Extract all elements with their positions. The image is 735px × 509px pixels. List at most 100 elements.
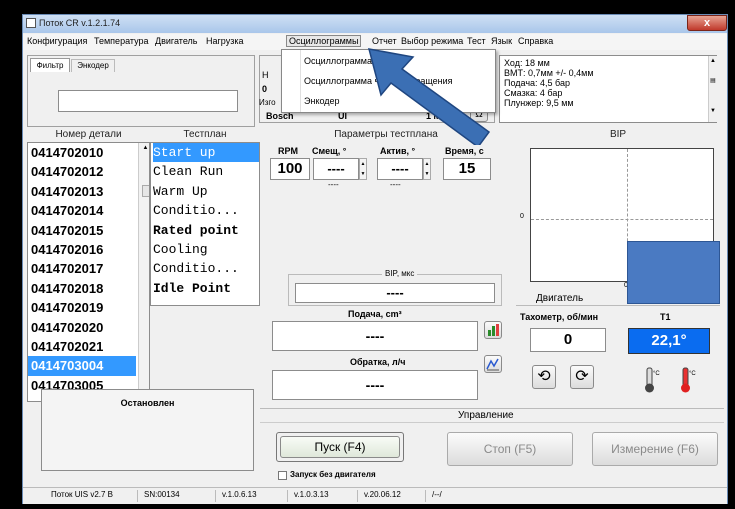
list-item[interactable]: 0414702017: [28, 259, 149, 278]
testplan-list[interactable]: Start up Clean Run Warm Up Conditio... R…: [150, 142, 260, 306]
dropdown-gutter: [300, 50, 301, 112]
tab-filter[interactable]: Фильтр: [30, 58, 70, 72]
bip-header: BIP: [609, 129, 627, 140]
list-item[interactable]: 0414702010: [28, 143, 149, 162]
menu-temperature[interactable]: Температура: [94, 36, 149, 46]
curve-chart-icon: [486, 358, 499, 371]
supply-chart-button[interactable]: [484, 321, 502, 339]
time-label: Время, с: [445, 146, 484, 156]
shift-sub-value: ----: [328, 180, 339, 189]
list-item[interactable]: 0414702015: [28, 221, 149, 240]
control-divider: [260, 422, 724, 423]
bip-value: ----: [295, 283, 495, 303]
bip-chart-hline: [531, 219, 713, 220]
shift-input[interactable]: ----: [313, 158, 359, 180]
testplan-item[interactable]: Clean Run: [153, 162, 259, 181]
statusbar-extra: /--/: [425, 490, 442, 502]
menu-help[interactable]: Справка: [518, 36, 553, 46]
parts-list[interactable]: 0414702010 0414702012 0414702013 0414702…: [27, 142, 150, 402]
testplan-item[interactable]: Idle Point: [153, 279, 259, 298]
app-icon: [26, 18, 36, 28]
param-value-zero: 0: [262, 84, 268, 94]
measure-button[interactable]: Измерение (F6): [592, 432, 718, 466]
shift-label: Смещ, °: [312, 146, 347, 156]
active-sub-value: ----: [390, 180, 401, 189]
annotation-arrow: [367, 48, 491, 145]
testplan-item[interactable]: Rated point: [153, 221, 259, 240]
active-input[interactable]: ----: [377, 158, 423, 180]
injector-info-text: Ход: 18 мм ВМТ: 0,7мм +/- 0,4мм Подача: …: [499, 55, 717, 123]
scroll-thumb[interactable]: [142, 185, 149, 197]
list-item[interactable]: 0414702018: [28, 279, 149, 298]
menu-load[interactable]: Нагрузка: [206, 36, 243, 46]
list-item[interactable]: 0414702016: [28, 240, 149, 259]
info-line-tdc: ВМТ: 0,7мм +/- 0,4мм: [504, 68, 594, 78]
no-engine-checkbox[interactable]: [278, 471, 287, 480]
t1-value: 22,1°: [628, 328, 710, 354]
testplan-item[interactable]: Warm Up: [153, 182, 259, 201]
rotate-right-button[interactable]: ⟳: [570, 365, 594, 389]
list-item[interactable]: 0414702013: [28, 182, 149, 201]
list-item[interactable]: 0414702021: [28, 337, 149, 356]
close-button[interactable]: x: [687, 15, 727, 31]
info-line-supply: Подача: 4,5 бар: [504, 78, 571, 88]
list-item[interactable]: 0414702012: [28, 162, 149, 181]
testplan-item-selected[interactable]: Start up: [153, 143, 259, 163]
list-item[interactable]: 0414702020: [28, 318, 149, 337]
list-item-selected[interactable]: 0414703004: [28, 356, 136, 376]
bip-label: BIP, мкс: [382, 269, 418, 278]
active-label: Актив, °: [380, 146, 416, 156]
engine-header: Двигатель: [536, 293, 584, 304]
info-scrollbar[interactable]: ▲ ▤ ▼: [708, 56, 717, 122]
thermometer-high-icon: °C: [676, 366, 696, 394]
return-value: ----: [272, 370, 478, 400]
return-chart-button[interactable]: [484, 355, 502, 373]
filter-input[interactable]: [58, 90, 238, 112]
status-bar: Поток UIS v2.7 B SN:00134 v.1.0.6.13 v.1…: [23, 487, 727, 504]
rotate-cw-icon: ⟳: [575, 368, 589, 385]
filter-panel: Фильтр Энкодер: [27, 55, 255, 127]
tab-encoder[interactable]: Энкодер: [71, 59, 115, 72]
thermometer-low-icon: °C: [640, 366, 660, 394]
menu-configuration[interactable]: Конфигурация: [27, 36, 87, 46]
rpm-input[interactable]: 100: [270, 158, 310, 180]
statusbar-version-2: v.1.0.3.13: [287, 490, 329, 502]
testplan-item[interactable]: Cooling: [153, 240, 259, 259]
info-line-stroke: Ход: 18 мм: [504, 58, 550, 68]
stop-button[interactable]: Стоп (F5): [447, 432, 573, 466]
shift-spinner[interactable]: ▲ ▼: [359, 158, 367, 180]
time-input[interactable]: 15: [443, 158, 491, 180]
dropdown-item-encoder[interactable]: Энкодер: [304, 96, 340, 106]
scroll-up-icon[interactable]: ▲: [142, 143, 149, 153]
bar-chart-icon: [488, 324, 499, 336]
testplan-item[interactable]: Conditio...: [153, 201, 259, 220]
t1-label: T1: [660, 312, 671, 322]
tachometer-label: Тахометр, об/мин: [520, 312, 599, 322]
supply-label: Подача, cm³: [348, 309, 402, 319]
parts-scrollbar[interactable]: ▲: [138, 143, 149, 401]
control-header: Управление: [458, 410, 514, 421]
return-label: Обратка, л/ч: [350, 357, 406, 367]
active-spinner[interactable]: ▲ ▼: [423, 158, 431, 180]
start-button[interactable]: Пуск (F4): [280, 436, 400, 458]
rotate-ccw-icon: ⟲: [537, 368, 551, 385]
window-title: Поток CR v.1.2.1.74: [39, 18, 121, 28]
statusbar-app-version: Поток UIS v2.7 B: [51, 490, 114, 499]
testplan-item[interactable]: Conditio...: [153, 259, 259, 278]
list-item[interactable]: 0414702019: [28, 298, 149, 317]
params-panel: RPM Смещ, ° Актив, ° Время, с 100 ---- ▲…: [260, 142, 512, 307]
bip-y-zero: 0: [520, 213, 524, 220]
title-bar[interactable]: Поток CR v.1.2.1.74 x: [23, 15, 727, 33]
manufacturer-label: Изго: [259, 98, 276, 107]
parts-header: Номер детали: [55, 129, 122, 140]
supply-value: ----: [272, 321, 478, 351]
menu-engine[interactable]: Двигатель: [155, 36, 197, 46]
engine-divider: [516, 305, 720, 306]
no-engine-label: Запуск без двигателя: [290, 470, 376, 479]
list-item[interactable]: 0414702014: [28, 201, 149, 220]
rotate-left-button[interactable]: ⟲: [532, 365, 556, 389]
status-text: Остановлен: [120, 398, 175, 408]
arrow-shape: [367, 48, 491, 145]
menu-oscillograms[interactable]: Осциллограммы: [286, 35, 362, 47]
engine-panel: Двигатель Тахометр, об/мин T1 0 22,1° ⟲ …: [516, 292, 720, 408]
